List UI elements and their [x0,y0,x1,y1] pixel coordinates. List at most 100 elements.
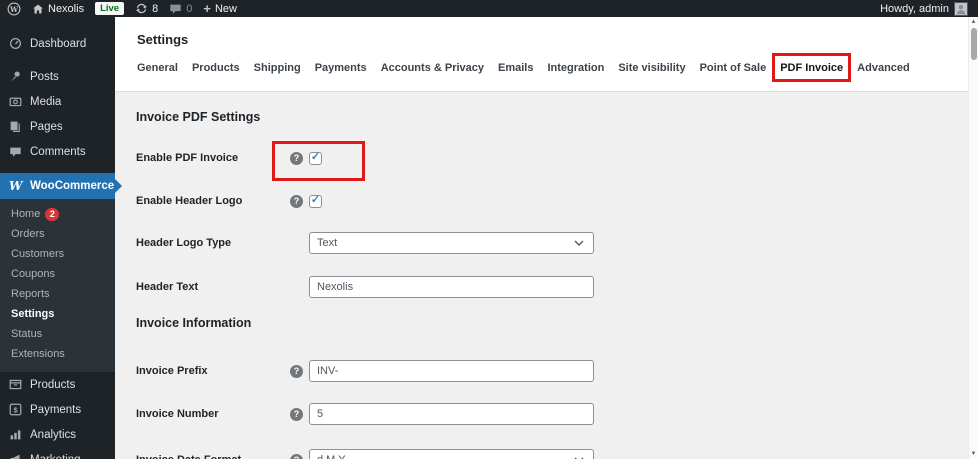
submenu-label: Customers [11,248,65,260]
tab-emails[interactable]: Emails [498,62,533,74]
live-badge: Live [95,2,125,15]
sidebar-item-label: Analytics [30,428,77,441]
submenu-label: Status [11,328,43,340]
comments-icon [10,147,21,157]
field-label: Enable Header Logo [136,195,243,207]
pages-icon [10,121,20,132]
tab-general[interactable]: General [137,62,178,74]
dashboard-icon [9,37,22,50]
updates-icon [136,3,147,14]
site-name-menu[interactable]: Nexolis [32,0,84,17]
sidebar-item-marketing[interactable]: Marketing [0,447,115,459]
sidebar-item-products[interactable]: Products [0,372,115,397]
tab-products[interactable]: Products [192,62,240,74]
menu-separator [0,56,115,64]
submenu-item-coupons[interactable]: Coupons [0,264,115,284]
help-icon[interactable]: ? [290,407,303,421]
account-menu[interactable]: Howdy, admin [880,1,968,16]
tab-integration[interactable]: Integration [547,62,604,74]
howdy-text: Howdy, admin [880,2,949,15]
row-invoice-date-format: Invoice Date Format ? d M Y [136,449,978,459]
header-logo-type-select[interactable]: Text [309,232,594,254]
field-label: Header Logo Type [136,237,232,249]
submenu-label: Coupons [11,268,56,280]
main-content: Settings General Products Shipping Payme… [115,17,978,459]
submenu-item-reports[interactable]: Reports [0,284,115,304]
header-text-input[interactable] [309,276,594,298]
sidebar-item-label: Products [30,378,76,391]
admin-sidebar: Dashboard Posts Media Pages Comments W W… [0,17,122,459]
sidebar-item-label: Media [30,95,62,108]
tab-pdf-invoice[interactable]: PDF Invoice [772,53,852,82]
sidebar-item-label: Payments [30,403,82,416]
tab-advanced[interactable]: Advanced [857,62,910,74]
sidebar-item-posts[interactable]: Posts [0,64,115,89]
row-invoice-number: Invoice Number ? [136,403,978,425]
field-label: Header Text [136,281,199,293]
tab-point-of-sale[interactable]: Point of Sale [700,62,767,74]
sidebar-item-payments[interactable]: $ Payments [0,397,115,422]
help-icon[interactable]: ? [290,453,303,459]
pushpin-icon [11,71,20,82]
sidebar-item-dashboard[interactable]: Dashboard [0,31,115,56]
sidebar-item-comments[interactable]: Comments [0,139,115,164]
comments-menu[interactable]: 0 [169,0,192,17]
products-icon [9,379,22,390]
help-icon[interactable]: ? [290,151,303,165]
user-silhouette-icon [956,4,966,14]
comment-count: 0 [186,2,193,15]
field-label: Invoice Date Format [136,454,290,459]
field-label: Invoice Number [136,408,219,420]
submenu-item-settings[interactable]: Settings [0,304,115,324]
sidebar-item-woocommerce[interactable]: W WooCommerce [0,173,122,199]
help-icon[interactable]: ? [290,194,303,208]
marketing-icon [10,454,20,459]
settings-tabs: General Products Shipping Payments Accou… [137,53,978,82]
row-enable-pdf-invoice: Enable PDF Invoice ? ✓ [136,147,978,169]
new-content-menu[interactable]: + New [203,0,237,17]
submenu-item-customers[interactable]: Customers [0,244,115,264]
payments-icon: $ [9,403,22,416]
submenu-item-home[interactable]: Home 2 [0,204,115,224]
select-value: d M Y [317,454,346,459]
scroll-down-arrow[interactable]: ▼ [969,449,978,459]
submenu-item-extensions[interactable]: Extensions [0,344,115,364]
notification-badge: 2 [45,207,60,221]
settings-header: Settings General Products Shipping Payme… [115,17,978,92]
invoice-prefix-input[interactable] [309,360,594,382]
sidebar-item-label: WooCommerce [30,180,115,192]
section-heading-invoice-info: Invoice Information [136,316,252,330]
menu-separator [0,164,115,173]
field-label: Enable PDF Invoice [136,152,239,164]
woocommerce-submenu: Home 2 Orders Customers Coupons Reports … [0,199,115,372]
new-label: New [214,2,237,15]
updates-menu[interactable]: 8 [135,0,158,17]
sidebar-item-analytics[interactable]: Analytics [0,422,115,447]
scroll-thumb[interactable] [970,28,977,60]
site-name: Nexolis [48,2,85,15]
wp-logo-menu[interactable]: W [7,0,21,17]
sidebar-item-pages[interactable]: Pages [0,114,115,139]
tab-payments[interactable]: Payments [315,62,367,74]
check-icon: ✓ [310,150,321,163]
tab-shipping[interactable]: Shipping [254,62,301,74]
wordpress-admin-screen: W Nexolis Live 8 0 + New Howdy, admin Da… [0,0,978,459]
row-header-text: Header Text [136,276,978,298]
sidebar-item-media[interactable]: Media [0,89,115,114]
invoice-number-input[interactable] [309,403,594,425]
invoice-date-format-select[interactable]: d M Y [309,449,594,459]
tab-label: PDF Invoice [780,62,844,74]
scroll-up-arrow[interactable]: ▲ [969,17,978,27]
scrollbar[interactable]: ▲ ▼ [968,17,978,459]
submenu-item-orders[interactable]: Orders [0,224,115,244]
admin-bar: W Nexolis Live 8 0 + New Howdy, admin [0,0,978,17]
enable-pdf-invoice-checkbox[interactable]: ✓ [309,150,322,165]
tab-site-visibility[interactable]: Site visibility [618,62,685,74]
tab-accounts-privacy[interactable]: Accounts & Privacy [381,62,484,74]
enable-header-logo-checkbox[interactable]: ✓ [309,194,322,208]
help-icon[interactable]: ? [290,364,303,378]
row-header-logo-type: Header Logo Type Text [136,232,978,254]
current-menu-arrow [115,179,122,193]
row-enable-header-logo: Enable Header Logo ? ✓ [136,190,978,212]
submenu-item-status[interactable]: Status [0,324,115,344]
